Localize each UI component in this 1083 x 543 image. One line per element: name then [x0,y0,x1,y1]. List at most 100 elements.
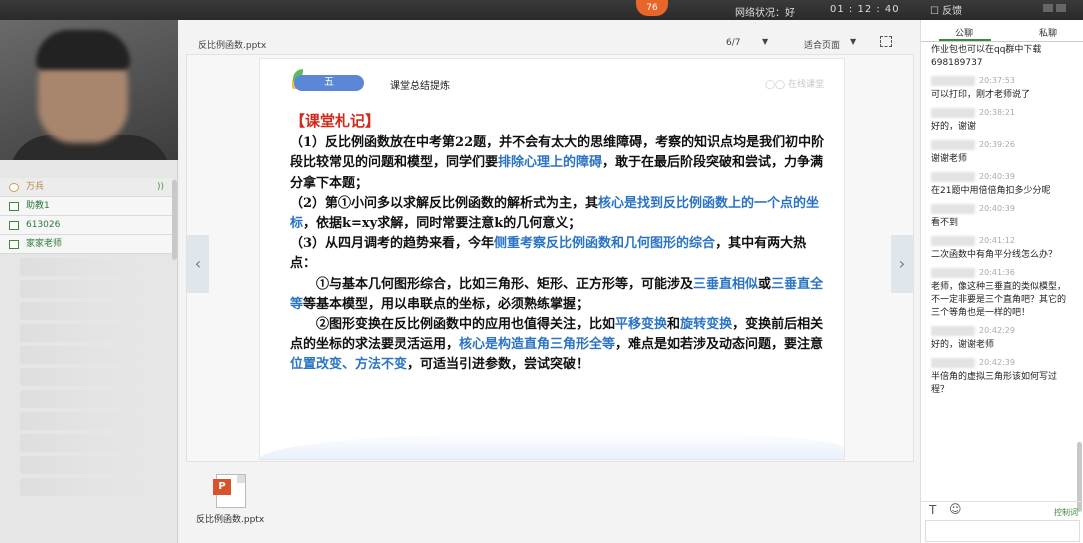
sender-name [931,268,975,278]
message-text: 好的，谢谢 [931,122,977,132]
message-time: 20:41:12 [979,236,1015,245]
chat-panel: 公聊 私聊 作业包也可以在qq群中下载698189737 20:37:53 可以… [920,20,1083,543]
chat-message: 20:42:29 好的，谢谢老师 [921,325,1077,355]
message-time: 20:41:36 [979,268,1015,277]
slide-footer-wave [260,431,844,459]
pptx-file-icon[interactable]: P [213,474,246,508]
document-toolbar: 反比例函数.pptx 6/7 ▼ 适合页面 ▼ [180,32,920,52]
control-words-link[interactable]: 控制词 [1054,507,1078,518]
feedback-label: 反馈 [942,6,963,17]
blurred-member[interactable] [20,478,160,496]
blurred-member[interactable] [20,390,160,408]
paragraph-4: ①与基本几何图形综合，比如三角形、矩形、正方形等，可能涉及三垂直相似或三垂直全等… [290,276,824,312]
message-time: 20:40:39 [979,172,1015,181]
tab-public-chat[interactable]: 公聊 [955,26,973,39]
blurred-member[interactable] [20,302,160,320]
member-list-scrollbar[interactable] [172,180,177,260]
member-item-teacher[interactable]: 万兵 )) [0,178,172,197]
chat-message: 20:40:39 看不到 [921,203,1077,233]
chevron-right-icon: › [898,254,906,273]
assistant-icon [9,221,19,230]
blurred-member[interactable] [20,456,160,474]
attachment-file-name[interactable]: 反比例函数.pptx [196,512,264,525]
message-time: 20:42:39 [979,358,1015,367]
blurred-member[interactable] [20,324,160,342]
member-name: 613026 [26,220,61,230]
attachment-strip: P 反比例函数.pptx [186,464,914,543]
paragraph-5: ②图形变换在反比例函数中的应用也值得关注，比如平移变换和旋转变换，变换前后相关点… [290,317,824,373]
message-text: 老师，像这种三垂直的类似模型，不一定非要是三个直角吧？其它的三个等角也是一样的吧… [931,282,1067,318]
member-item-assistant[interactable]: 613026 [0,216,172,235]
sender-name [931,326,975,336]
paragraph-1: （1）反比例函数放在中考第22题，并不会有太大的思维障碍，考察的知识点均是我们初… [290,135,825,191]
message-time: 20:37:53 [979,76,1015,85]
section-title: 课堂总结提炼 [390,81,450,92]
blurred-member[interactable] [20,258,160,276]
tab-private-chat[interactable]: 私聊 [1039,26,1057,39]
chat-message: 20:37:53 可以打印，刚才老师说了 [921,75,1077,105]
minimize-icon[interactable] [1043,4,1053,12]
chat-input[interactable] [925,520,1080,542]
message-text: 二次函数中有角平分线怎么办？ [931,250,1058,260]
message-text: 在21题中用倍倍角扣多少分呢 [931,186,1051,196]
chat-message: 20:40:39 在21题中用倍倍角扣多少分呢 [921,171,1077,201]
chat-message: 20:42:39 半倍角的虚拟三角形该如何写过程？ [921,357,1077,400]
assistant-icon [9,202,19,211]
assistant-icon [9,240,19,249]
message-text: 谢谢老师 [931,154,968,164]
sender-name [931,172,975,182]
sender-name [931,204,975,214]
message-text: 半倍角的虚拟三角形该如何写过程？ [931,372,1058,395]
blurred-member[interactable] [20,368,160,386]
blurred-member[interactable] [20,280,160,298]
active-tab-indicator [939,39,991,41]
message-text: 好的，谢谢老师 [931,340,995,350]
message-text: 可以打印，刚才老师说了 [931,90,1031,100]
sender-name [931,358,975,368]
emoji-icon[interactable]: ☺ [949,502,962,516]
chevron-down-icon[interactable]: ▼ [762,37,768,46]
text-format-icon[interactable]: T [929,503,936,517]
member-list: 万兵 )) 助教1 613026 家家老师 [0,178,172,500]
message-time: 20:39:26 [979,140,1015,149]
sender-name [931,140,975,150]
maximize-icon[interactable] [1056,4,1066,12]
member-item-assistant[interactable]: 家家老师 [0,235,172,254]
blurred-member[interactable] [20,434,160,452]
chat-message: 20:39:26 谢谢老师 [921,139,1077,169]
fullscreen-icon[interactable] [880,36,892,47]
message-time: 20:38:21 [979,108,1015,117]
blurred-member[interactable] [20,346,160,364]
next-page-button[interactable]: › [891,235,913,293]
brand-watermark-logo: ◯◯ 在线课堂 [764,80,824,90]
message-time: 20:40:39 [979,204,1015,213]
paragraph-2: （2）第①小问多以求解反比例函数的解析式为主，其核心是找到反比例函数上的一个点的… [290,195,820,232]
top-bar: 76 网络状况：好 01 : 12 : 40 ☐ 反馈 [0,0,1083,20]
chevron-left-icon: ‹ [194,254,202,273]
chat-message: 20:41:36 老师，像这种三垂直的类似模型，不一定非要是三个直角吧？其它的三… [921,267,1077,323]
member-name: 助教1 [26,201,50,211]
chat-toolbar: T ☺ 控制词 [921,501,1083,519]
chevron-down-icon[interactable]: ▼ [850,37,856,46]
fit-mode-select[interactable]: 适合页面 [804,38,840,51]
chat-message: 20:41:12 二次函数中有角平分线怎么办？ [921,235,1077,265]
member-name: 万兵 [26,182,45,192]
feedback-button[interactable]: ☐ 反馈 [930,2,962,17]
prev-page-button[interactable]: ‹ [187,235,209,293]
member-item-assistant[interactable]: 助教1 [0,197,172,216]
teacher-webcam [0,20,178,160]
chat-tabs: 公聊 私聊 [921,20,1083,42]
feedback-icon: ☐ [930,6,939,17]
powerpoint-icon: P [213,479,231,495]
slide-viewer: ‹ 五 课堂总结提炼 ◯◯ 在线课堂 【课堂札记】 （1）反比例函数放在中考第2… [186,54,914,462]
chat-message: 作业包也可以在qq群中下载698189737 [921,42,1077,73]
slide-heading: 【课堂札记】 [290,112,381,130]
page-indicator[interactable]: 6/7 [726,38,740,48]
window-controls [1040,4,1080,14]
webcam-person-hair [36,30,130,70]
paragraph-3: （3）从四月调考的趋势来看，今年侧重考察反比例函数和几何图形的综合，其中有两大热… [290,236,807,272]
sender-name [931,76,975,86]
blurred-member[interactable] [20,412,160,430]
section-number: 五 [294,75,364,91]
slide: 五 课堂总结提炼 ◯◯ 在线课堂 【课堂札记】 （1）反比例函数放在中考第22题… [259,58,845,460]
